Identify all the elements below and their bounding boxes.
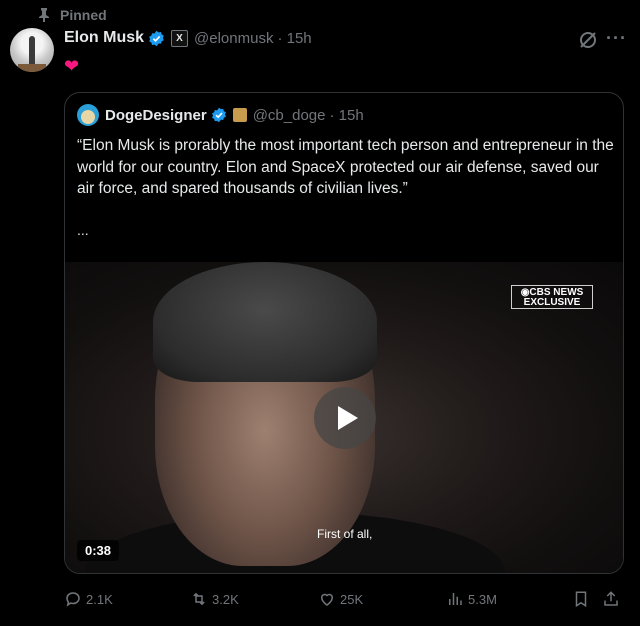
repost-icon xyxy=(193,592,205,606)
quoted-timestamp[interactable]: · 15h xyxy=(329,107,363,124)
quoted-author-handle[interactable]: @cb_doge xyxy=(253,107,326,124)
play-button[interactable] xyxy=(314,387,376,449)
pin-icon xyxy=(39,8,49,22)
more-options-icon[interactable]: ··· xyxy=(606,28,627,49)
quoted-avatar[interactable] xyxy=(77,104,99,126)
quoted-post-text: “Elon Musk is prorably the most importan… xyxy=(77,137,614,197)
share-icon xyxy=(604,591,618,606)
show-more-ellipsis[interactable]: ... xyxy=(77,222,89,238)
video-duration: 0:38 xyxy=(77,540,120,561)
post-actions: 2.1K 3.2K 25K 5.3M xyxy=(64,590,624,610)
affiliation-badge-icon[interactable] xyxy=(232,108,247,122)
avatar[interactable] xyxy=(10,28,54,72)
quoted-verified-badge-icon[interactable] xyxy=(211,107,227,123)
pinned-indicator: Pinned xyxy=(38,7,107,23)
like-button[interactable]: 25K xyxy=(318,590,363,608)
video-thumbnail-hair xyxy=(153,262,377,382)
post-timestamp[interactable]: · 15h xyxy=(277,30,311,47)
x-affiliation-icon[interactable]: X xyxy=(171,29,189,47)
bookmark-icon xyxy=(575,591,587,608)
grok-icon[interactable] xyxy=(578,30,598,50)
views-icon xyxy=(449,593,462,605)
heart-icon: ❤ xyxy=(64,56,80,76)
quoted-post[interactable]: DogeDesigner @cb_doge · 15h “Elon Musk i… xyxy=(64,92,624,574)
views-button[interactable]: 5.3M xyxy=(446,590,497,608)
quoted-post-header: DogeDesigner @cb_doge · 15h xyxy=(77,104,364,126)
share-button[interactable] xyxy=(602,590,620,608)
post-header: Elon Musk X @elonmusk · 15h xyxy=(64,29,312,47)
verified-badge-icon[interactable] xyxy=(148,30,165,47)
reply-count: 2.1K xyxy=(86,591,113,607)
pinned-label: Pinned xyxy=(60,7,107,23)
repost-button[interactable]: 3.2K xyxy=(190,590,239,608)
cbs-news-badge: ◉CBS NEWS EXCLUSIVE xyxy=(511,285,593,309)
bookmark-button[interactable] xyxy=(572,590,590,608)
cbs-badge-line2: EXCLUSIVE xyxy=(523,297,581,308)
reply-icon xyxy=(66,592,80,607)
views-count: 5.3M xyxy=(468,591,497,607)
video-caption: First of all, xyxy=(317,527,373,541)
reply-button[interactable]: 2.1K xyxy=(64,590,113,608)
like-icon xyxy=(320,593,334,606)
author-handle[interactable]: @elonmusk xyxy=(194,30,273,47)
video-player[interactable]: ◉CBS NEWS EXCLUSIVE First of all, 0:38 xyxy=(65,262,623,573)
author-name[interactable]: Elon Musk xyxy=(64,29,144,47)
repost-count: 3.2K xyxy=(212,591,239,607)
like-count: 25K xyxy=(340,591,364,607)
play-icon xyxy=(338,406,358,430)
quoted-author-name[interactable]: DogeDesigner xyxy=(105,107,207,124)
